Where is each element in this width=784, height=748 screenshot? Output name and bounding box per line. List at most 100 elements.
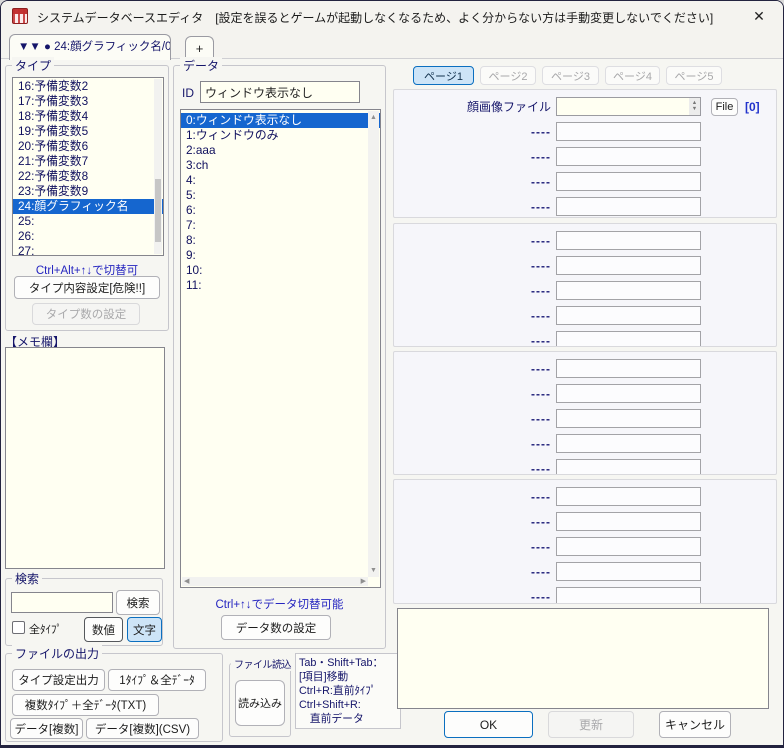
scroll-left-icon[interactable]: ◀ — [184, 577, 189, 586]
data-count-settings-button[interactable]: データ数の設定 — [221, 615, 331, 640]
type-list-item[interactable]: 16:予備変数2 — [13, 79, 163, 94]
data-multi-button[interactable]: データ[複数] — [10, 718, 83, 739]
id-input[interactable] — [200, 81, 360, 103]
face-image-input[interactable] — [556, 97, 701, 116]
empty-field-label: ---- — [394, 200, 556, 214]
search-button[interactable]: 検索 — [116, 590, 160, 615]
field-input[interactable] — [556, 306, 701, 325]
type-list-scrollbar[interactable] — [154, 79, 162, 254]
data-list-item-selected[interactable]: 0:ウィンドウ表示なし — [181, 113, 380, 128]
update-button[interactable]: 更新 — [548, 711, 634, 738]
field-input[interactable] — [556, 331, 701, 347]
data-list-h-scrollbar[interactable]: ◀ ▶ — [182, 577, 368, 586]
page-tab-5[interactable]: ページ5 — [666, 66, 722, 85]
type-count-settings-button[interactable]: タイプ数の設定 — [32, 303, 140, 325]
empty-field-label: ---- — [394, 175, 556, 189]
search-panel-label: 検索 — [12, 570, 42, 587]
scrollbar-thumb[interactable] — [155, 179, 161, 242]
empty-field-label: ---- — [394, 565, 556, 579]
scroll-right-icon[interactable]: ▶ — [361, 577, 366, 586]
type-setting-output-button[interactable]: タイプ設定出力 — [12, 669, 105, 691]
field-input[interactable] — [556, 384, 701, 403]
scroll-down-icon[interactable]: ▼ — [368, 567, 379, 574]
empty-field-label: ---- — [394, 334, 556, 348]
type-list-item[interactable]: 19:予備変数5 — [13, 124, 163, 139]
field-input[interactable] — [556, 197, 701, 216]
field-input[interactable] — [556, 231, 701, 250]
type-list-item[interactable]: 23:予備変数9 — [13, 184, 163, 199]
empty-field-label: ---- — [394, 284, 556, 298]
field-input[interactable] — [556, 434, 701, 453]
field-input[interactable] — [556, 512, 701, 531]
empty-field-label: ---- — [394, 462, 556, 476]
all-type-label: 全ﾀｲﾌﾟ — [29, 621, 62, 637]
title-bar: システムデータベースエディタ [設定を誤るとゲームが起動しなくなるため、よく分か… — [1, 1, 783, 31]
type-content-settings-button[interactable]: タイプ内容設定[危険!!] — [14, 276, 160, 299]
field-row: ---- — [394, 122, 776, 141]
field-row: ---- — [394, 459, 776, 475]
text-search-button[interactable]: 文字 — [127, 617, 162, 642]
field-input[interactable] — [556, 587, 701, 604]
type-list-item[interactable]: 18:予備変数4 — [13, 109, 163, 124]
data-list-item[interactable]: 7: — [181, 218, 380, 233]
type-list-item[interactable]: 17:予備変数3 — [13, 94, 163, 109]
app-icon — [12, 8, 28, 24]
field-input[interactable] — [556, 256, 701, 275]
type-list-item[interactable]: 22:予備変数8 — [13, 169, 163, 184]
field-row: ---- — [394, 256, 776, 275]
data-list-item[interactable]: 11: — [181, 278, 380, 293]
field-input[interactable] — [556, 562, 701, 581]
type-list-item[interactable]: 21:予備変数7 — [13, 154, 163, 169]
data-list-v-scrollbar[interactable]: ▲ ▼ — [368, 111, 379, 577]
one-type-all-data-button[interactable]: 1ﾀｲﾌﾟ＆全ﾃﾞｰﾀ — [108, 669, 206, 691]
field-input[interactable] — [556, 122, 701, 141]
field-input[interactable] — [556, 487, 701, 506]
empty-field-label: ---- — [394, 387, 556, 401]
data-list-item[interactable]: 3:ch — [181, 158, 380, 173]
data-list-item[interactable]: 10: — [181, 263, 380, 278]
data-list-item[interactable]: 1:ウィンドウのみ — [181, 128, 380, 143]
field-input[interactable] — [556, 172, 701, 191]
scroll-up-icon[interactable]: ▲ — [368, 114, 379, 121]
page-tab-3[interactable]: ページ3 — [542, 66, 599, 85]
field-input[interactable] — [556, 147, 701, 166]
shortcut-note-line: Ctrl+Shift+R: — [299, 698, 397, 712]
field-input[interactable] — [556, 409, 701, 428]
close-icon[interactable]: ✕ — [743, 4, 775, 29]
type-list-item[interactable]: 26: — [13, 229, 163, 244]
multi-type-all-data-txt-button[interactable]: 複数ﾀｲﾌﾟ＋全ﾃﾞｰﾀ(TXT) — [12, 694, 159, 716]
data-list-item[interactable]: 8: — [181, 233, 380, 248]
data-memo-textarea[interactable] — [397, 608, 769, 709]
data-list-item[interactable]: 6: — [181, 203, 380, 218]
load-button[interactable]: 読み込み — [235, 680, 285, 726]
page-tab-2[interactable]: ページ2 — [480, 66, 536, 85]
field-input[interactable] — [556, 459, 701, 475]
data-list-item[interactable]: 9: — [181, 248, 380, 263]
search-panel: 検索 検索 全ﾀｲﾌﾟ 数値 文字 — [5, 578, 163, 646]
field-input[interactable] — [556, 537, 701, 556]
window-title: システムデータベースエディタ [設定を誤るとゲームが起動しなくなるため、よく分か… — [37, 9, 713, 26]
search-input[interactable] — [11, 592, 113, 613]
type-list-item[interactable]: 25: — [13, 214, 163, 229]
cancel-button[interactable]: キャンセル — [659, 711, 731, 738]
data-multi-csv-button[interactable]: データ[複数](CSV) — [86, 718, 199, 739]
file-button[interactable]: File — [711, 98, 738, 116]
type-list-item-selected[interactable]: 24:顔グラフィック名 — [13, 199, 163, 214]
type-list-item[interactable]: 20:予備変数6 — [13, 139, 163, 154]
memo-textarea[interactable] — [5, 347, 165, 569]
data-list: 0:ウィンドウ表示なし 1:ウィンドウのみ 2:aaa 3:ch 4: 5: 6… — [180, 109, 381, 588]
empty-field-label: ---- — [394, 362, 556, 376]
field-input[interactable] — [556, 281, 701, 300]
field-input[interactable] — [556, 359, 701, 378]
page-tab-1[interactable]: ページ1 — [413, 66, 474, 85]
field-row: ---- — [394, 487, 776, 506]
ok-button[interactable]: OK — [444, 711, 533, 738]
all-type-checkbox[interactable] — [12, 621, 25, 634]
type-list-item[interactable]: 27: — [13, 244, 163, 256]
data-list-item[interactable]: 4: — [181, 173, 380, 188]
data-list-item[interactable]: 5: — [181, 188, 380, 203]
page-tab-4[interactable]: ページ4 — [605, 66, 660, 85]
spinner-down-icon[interactable]: ▼ — [692, 107, 697, 112]
numeric-search-button[interactable]: 数値 — [84, 617, 123, 642]
data-list-item[interactable]: 2:aaa — [181, 143, 380, 158]
